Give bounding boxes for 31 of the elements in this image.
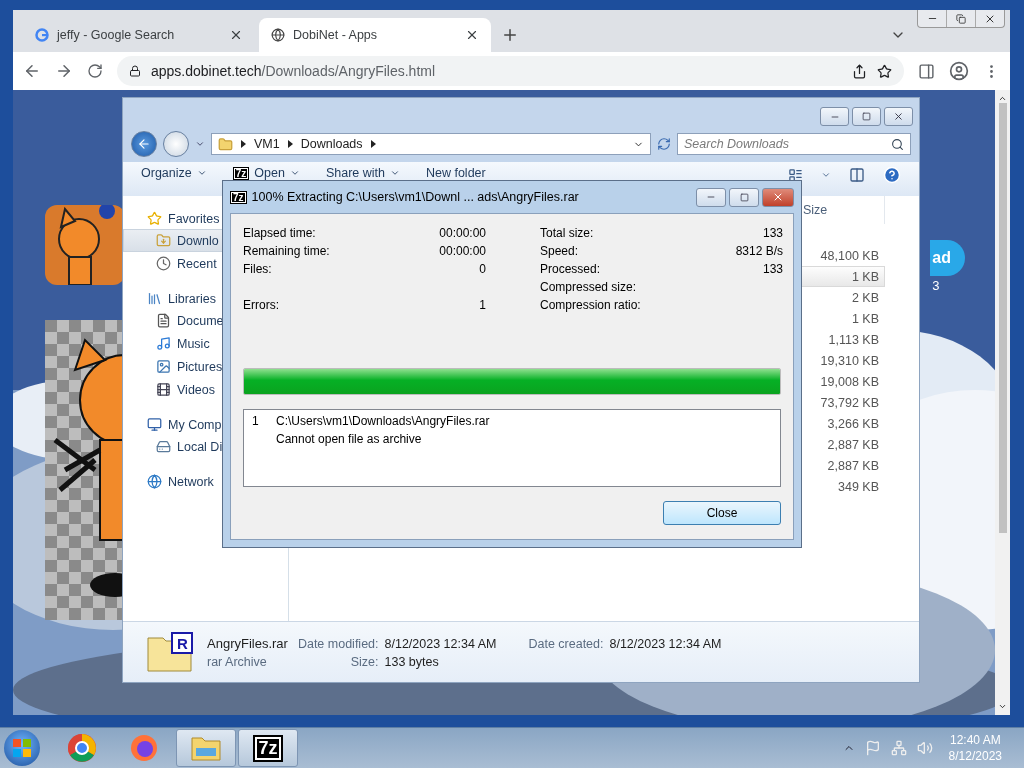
- scroll-down-icon[interactable]: [998, 702, 1007, 711]
- folder-icon: [190, 734, 222, 762]
- close-icon[interactable]: [465, 28, 479, 42]
- windows-logo-icon: [13, 739, 31, 757]
- browser-tab[interactable]: jeffy - Google Search: [23, 18, 255, 52]
- tab-title: DobiNet - Apps: [293, 28, 379, 42]
- start-button[interactable]: [4, 730, 40, 766]
- lock-icon: [129, 65, 141, 77]
- globe-icon: [271, 28, 285, 42]
- firefox-icon: [129, 733, 159, 763]
- bookmark-star-icon[interactable]: [877, 63, 892, 79]
- url-text: apps.dobinet.tech/Downloads/AngryFiles.html: [151, 63, 436, 79]
- close-icon[interactable]: [229, 28, 243, 42]
- chrome-icon: [67, 733, 97, 763]
- taskbar-button[interactable]: 7z: [238, 729, 298, 767]
- app-logo: 7z: [253, 734, 283, 762]
- share-icon[interactable]: [852, 63, 867, 79]
- scroll-up-icon[interactable]: [998, 94, 1007, 103]
- tab-title: jeffy - Google Search: [57, 28, 176, 42]
- back-icon[interactable]: [23, 62, 41, 80]
- reload-icon[interactable]: [87, 63, 103, 79]
- restore-icon[interactable]: [956, 13, 966, 24]
- google-icon: [35, 28, 49, 42]
- address-bar[interactable]: apps.dobinet.tech/Downloads/AngryFiles.html: [117, 56, 904, 86]
- side-panel-icon[interactable]: [918, 62, 935, 80]
- taskbar-button[interactable]: [176, 729, 236, 767]
- scrollbar[interactable]: [995, 90, 1010, 715]
- forward-icon[interactable]: [55, 62, 73, 80]
- new-tab-icon[interactable]: [501, 26, 519, 44]
- profile-icon[interactable]: [949, 61, 969, 81]
- browser-tab[interactable]: DobiNet - Apps: [259, 18, 491, 52]
